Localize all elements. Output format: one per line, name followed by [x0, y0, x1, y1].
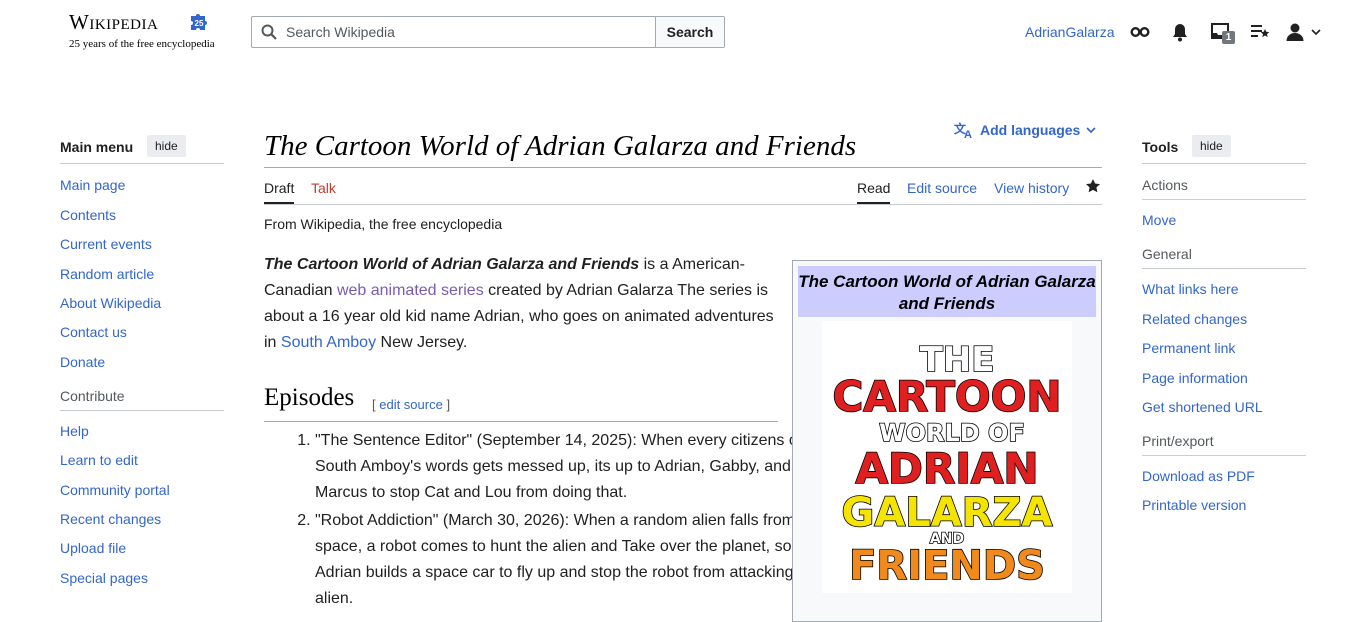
section-divider — [264, 421, 778, 422]
notices-count-badge: 1 — [1222, 31, 1235, 44]
show-logo-artwork: THE CARTOON WORLD OF ADRIAN GALARZA AND … — [832, 339, 1063, 590]
tools-title: Tools — [1142, 139, 1179, 155]
user-page-link[interactable]: AdrianGalarza — [1025, 24, 1115, 40]
sidebar-item-community-portal[interactable]: Community portal — [60, 482, 170, 498]
bell-icon[interactable] — [1170, 22, 1190, 42]
tab-view-history[interactable]: View history — [994, 180, 1069, 196]
svg-text:25: 25 — [195, 19, 204, 28]
web-animated-series-link[interactable]: web animated series — [337, 282, 484, 299]
search-box: Search — [251, 16, 725, 48]
watchlist-glasses-icon[interactable] — [1130, 22, 1150, 42]
sidebar-item-learn-to-edit[interactable]: Learn to edit — [60, 452, 138, 468]
sidebar-item-random-article[interactable]: Random article — [60, 266, 154, 282]
tab-read[interactable]: Read — [857, 180, 891, 204]
actions-divider — [1142, 199, 1306, 200]
tab-talk[interactable]: Talk — [311, 180, 336, 196]
tools-divider — [1142, 163, 1306, 164]
tools-item-printable-version[interactable]: Printable version — [1142, 497, 1246, 513]
sidebar-item-about-wikipedia[interactable]: About Wikipedia — [60, 295, 161, 311]
actions-heading: Actions — [1142, 177, 1188, 193]
sidebar-item-recent-changes[interactable]: Recent changes — [60, 511, 161, 527]
main-menu-divider — [60, 163, 224, 164]
logo-line-adrian: ADRIAN — [856, 444, 1039, 493]
puzzle-logo-icon[interactable]: 25 — [189, 12, 209, 32]
tools-item-what-links-here[interactable]: What links here — [1142, 281, 1238, 297]
lead-paragraph: The Cartoon World of Adrian Galarza and … — [264, 252, 779, 356]
tabs-divider — [264, 204, 1102, 205]
star-icon[interactable] — [1085, 178, 1101, 194]
tools-item-permanent-link[interactable]: Permanent link — [1142, 340, 1235, 356]
sidebar-item-contents[interactable]: Contents — [60, 207, 116, 223]
search-input[interactable] — [252, 17, 655, 47]
tools-item-page-information[interactable]: Page information — [1142, 370, 1248, 386]
episodes-heading: Episodes — [264, 384, 355, 411]
title-divider — [264, 167, 1102, 168]
tools-item-move[interactable]: Move — [1142, 212, 1176, 228]
language-icon: 文 A — [954, 121, 972, 139]
sidebar-item-contact-us[interactable]: Contact us — [60, 324, 127, 340]
tab-edit-source[interactable]: Edit source — [907, 180, 977, 196]
add-languages-label: Add languages — [980, 122, 1081, 138]
general-divider — [1142, 268, 1306, 269]
print-export-divider — [1142, 455, 1306, 456]
contribute-divider — [60, 410, 224, 411]
edit-source-link[interactable]: edit source — [379, 397, 443, 412]
user-icon[interactable] — [1285, 22, 1305, 42]
tools-item-related-changes[interactable]: Related changes — [1142, 311, 1247, 327]
search-icon — [261, 24, 277, 40]
sidebar-item-donate[interactable]: Donate — [60, 354, 105, 370]
wikipedia-tagline: 25 years of the free encyclopedia — [69, 38, 215, 50]
south-amboy-link[interactable]: South Amboy — [281, 334, 376, 351]
page-title: The Cartoon World of Adrian Galarza and … — [264, 130, 857, 162]
watchlist-icon[interactable] — [1250, 22, 1270, 42]
section-edit-links: [ edit source ] — [372, 397, 451, 412]
contribute-heading: Contribute — [60, 388, 125, 404]
sidebar-item-upload-file[interactable]: Upload file — [60, 540, 126, 556]
logo-line-friends: FRIENDS — [849, 543, 1045, 589]
chevron-down-icon — [1086, 127, 1096, 134]
tools-item-download-pdf[interactable]: Download as PDF — [1142, 468, 1255, 484]
lead-bold-title: The Cartoon World of Adrian Galarza and … — [264, 256, 640, 273]
chevron-down-icon[interactable] — [1311, 28, 1321, 36]
episodes-list: "The Sentence Editor" (September 14, 202… — [264, 428, 830, 614]
show-logo-image[interactable]: THE CARTOON WORLD OF ADRIAN GALARZA AND … — [822, 321, 1072, 593]
main-menu-hide-button[interactable]: hide — [147, 135, 186, 157]
lead-text: New Jersey. — [376, 334, 468, 351]
general-heading: General — [1142, 246, 1192, 262]
sidebar-item-special-pages[interactable]: Special pages — [60, 570, 148, 586]
tab-draft[interactable]: Draft — [264, 180, 295, 204]
search-button[interactable]: Search — [655, 17, 724, 47]
tools-hide-button[interactable]: hide — [1192, 135, 1231, 157]
sidebar-item-current-events[interactable]: Current events — [60, 236, 152, 252]
logo-line-cartoon: CARTOON — [833, 372, 1062, 421]
wikipedia-wordmark[interactable]: Wikipedia — [69, 10, 158, 35]
infobox: The Cartoon World of Adrian Galarza and … — [792, 260, 1102, 622]
svg-text:A: A — [964, 129, 972, 139]
tools-item-get-shortened-url[interactable]: Get shortened URL — [1142, 399, 1263, 415]
main-menu-title: Main menu — [60, 139, 134, 155]
add-languages-button[interactable]: 文 A Add languages — [954, 121, 1096, 139]
infobox-title: The Cartoon World of Adrian Galarza and … — [798, 266, 1096, 317]
logo-line-galarza: GALARZA — [842, 490, 1053, 536]
sidebar-item-help[interactable]: Help — [60, 423, 89, 439]
print-export-heading: Print/export — [1142, 433, 1214, 449]
list-item: "Robot Addiction" (March 30, 2026): When… — [315, 508, 830, 612]
list-item: "The Sentence Editor" (September 14, 202… — [315, 428, 830, 506]
site-subtitle: From Wikipedia, the free encyclopedia — [264, 216, 503, 232]
sidebar-item-main-page[interactable]: Main page — [60, 177, 125, 193]
logo-line-world-of: WORLD OF — [879, 419, 1025, 447]
